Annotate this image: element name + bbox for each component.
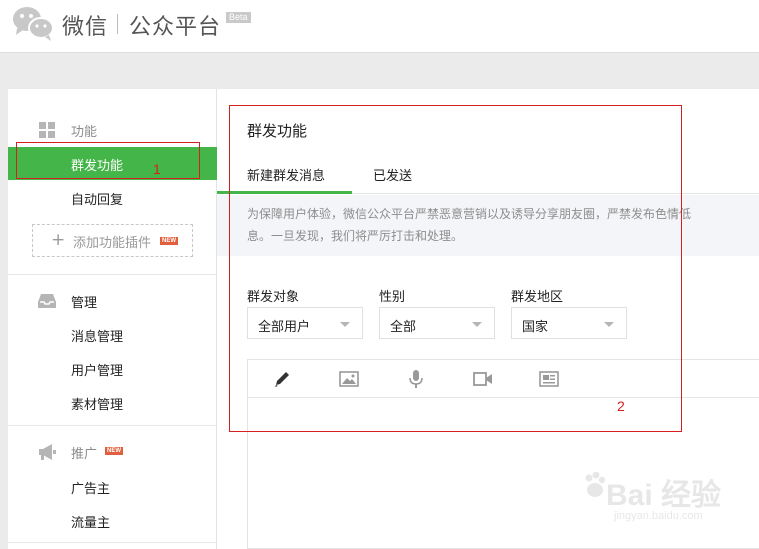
add-plugin-button[interactable]: + 添加功能插件 NEW: [32, 224, 193, 257]
nav-divider: [8, 274, 217, 275]
brand-divider: [117, 14, 118, 34]
brand-platform: 公众平台: [129, 15, 222, 40]
nav-group-label: 管理: [71, 296, 98, 311]
add-plugin-label: 添加功能插件: [73, 236, 152, 251]
sidebar-item-messages[interactable]: 消息管理: [8, 318, 217, 351]
sidebar-item-label: 广告主: [71, 482, 111, 497]
watermark-text: Bai 经验: [606, 479, 722, 512]
nav-group-promote: 推广 NEW: [8, 437, 217, 467]
brand-name: 微信: [62, 15, 109, 40]
beta-badge: Beta: [226, 12, 251, 23]
wechat-logo-icon[interactable]: [11, 4, 57, 42]
plus-icon: +: [51, 230, 66, 250]
annotation-box-2: [229, 105, 682, 432]
nav-group-label: 推广: [71, 447, 98, 462]
annotation-box-1: [16, 142, 200, 179]
new-badge: NEW: [160, 237, 178, 245]
nav-divider: [8, 542, 217, 543]
nav-group-manage: 管理: [8, 286, 217, 316]
grid-icon: [39, 122, 55, 138]
sidebar-item-label: 用户管理: [71, 364, 124, 379]
megaphone-icon: [39, 444, 56, 460]
nav-group-label: 功能: [71, 125, 98, 140]
baidu-watermark: Bai 经验 jingyan.baidu.com: [584, 460, 744, 530]
annotation-number-2: 2: [617, 398, 625, 414]
nav-group-function: 功能: [8, 115, 217, 145]
sidebar-item-auto-reply[interactable]: 自动回复: [8, 181, 217, 214]
sidebar-item-advertiser[interactable]: 广告主: [8, 470, 217, 503]
sidebar-item-label: 素材管理: [71, 398, 124, 413]
sidebar-item-label: 消息管理: [71, 330, 124, 345]
paw-icon: [585, 472, 606, 497]
sidebar-item-users[interactable]: 用户管理: [8, 352, 217, 385]
inbox-icon: [38, 294, 56, 308]
sidebar-item-label: 流量主: [71, 516, 111, 531]
sidebar-item-publisher[interactable]: 流量主: [8, 504, 217, 537]
watermark-url: jingyan.baidu.com: [614, 510, 703, 522]
annotation-number-1: 1: [153, 161, 161, 177]
nav-divider: [8, 425, 217, 426]
sidebar-item-materials[interactable]: 素材管理: [8, 386, 217, 419]
top-header: 微信 公众平台 Beta: [0, 0, 759, 53]
new-badge: NEW: [105, 447, 123, 455]
sidebar-item-label: 自动回复: [71, 193, 124, 208]
